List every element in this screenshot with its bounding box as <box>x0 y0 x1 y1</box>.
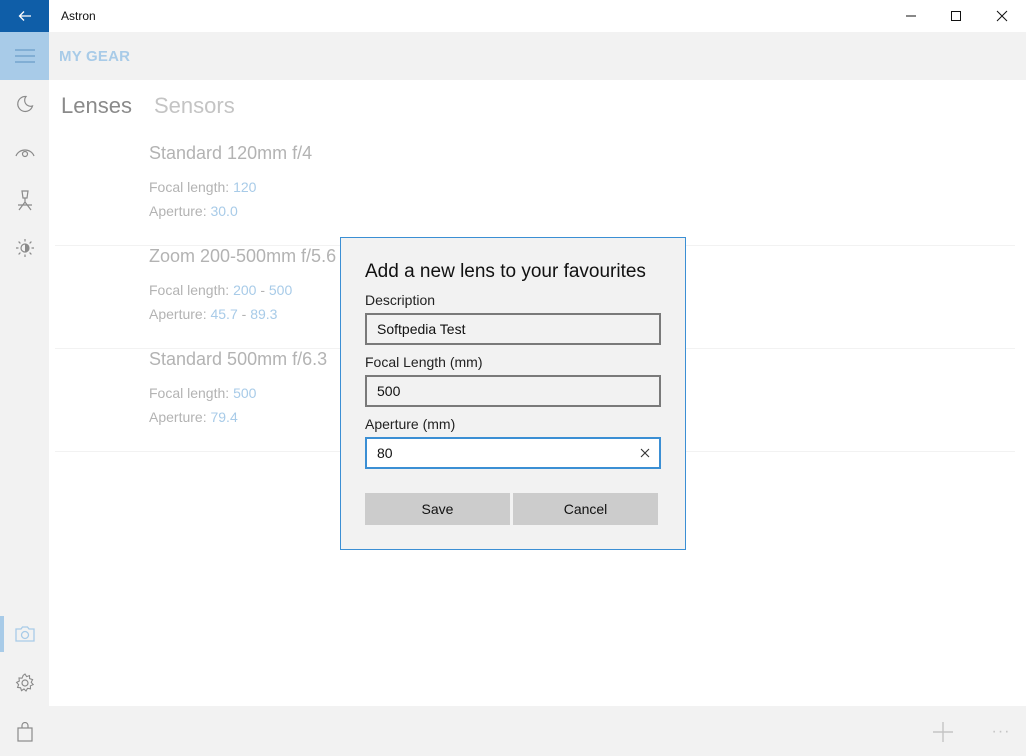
minimize-button[interactable] <box>888 0 934 32</box>
page-header: MY GEAR <box>49 32 1026 80</box>
add-button[interactable] <box>929 718 957 746</box>
title-bar: Astron <box>0 0 1026 32</box>
more-button[interactable]: ··· <box>987 718 1015 746</box>
tab-lenses[interactable]: Lenses <box>61 93 132 119</box>
lens-focal-row: Focal length: 200 - 500 <box>149 282 292 298</box>
focal-length-label: Focal length: <box>149 282 230 298</box>
nav-brightness[interactable] <box>0 224 49 272</box>
description-input[interactable]: Softpedia Test <box>365 313 661 345</box>
cancel-button[interactable]: Cancel <box>513 493 658 525</box>
hamburger-button[interactable] <box>0 32 49 80</box>
aperture-value: 30.0 <box>210 203 238 219</box>
more-icon: ··· <box>991 723 1011 740</box>
focal-length-input[interactable]: 500 <box>365 375 661 407</box>
lens-focal-row: Focal length: 120 <box>149 179 256 195</box>
bottom-app-bar: ··· <box>49 706 1026 756</box>
eye-icon <box>14 149 35 158</box>
lens-title: Standard 120mm f/4 <box>149 143 313 163</box>
aperture-label: Aperture (mm) <box>365 416 456 432</box>
description-value: Softpedia Test <box>377 321 466 337</box>
hamburger-icon <box>14 49 35 63</box>
nav-moon[interactable] <box>0 80 49 128</box>
aperture-label: Aperture: <box>149 409 207 425</box>
nav-eye[interactable] <box>0 128 49 176</box>
lens-title: Standard 500mm f/6.3 <box>149 349 328 369</box>
focal-length-label: Focal length: <box>149 385 230 401</box>
aperture-value: 45.7 <box>210 306 238 322</box>
aperture-label: Aperture: <box>149 203 207 219</box>
moon-icon <box>16 95 33 113</box>
back-arrow-icon <box>18 11 31 21</box>
aperture-label: Aperture: <box>149 306 207 322</box>
lens-aperture-row: Aperture: 79.4 <box>149 409 238 425</box>
clear-x-icon <box>640 448 650 458</box>
close-button[interactable] <box>979 0 1025 32</box>
telescope-icon <box>17 190 32 211</box>
back-button[interactable] <box>0 0 49 32</box>
save-button[interactable]: Save <box>365 493 510 525</box>
focal-length-label: Focal length: <box>149 179 230 195</box>
focal-length-value: 120 <box>233 179 257 195</box>
lens-list-item[interactable]: Standard 120mm f/4 Focal length: 120 Ape… <box>49 143 1015 246</box>
tab-sensors[interactable]: Sensors <box>154 93 235 119</box>
camera-icon <box>14 626 35 642</box>
shopping-bag-icon <box>16 722 33 742</box>
app-title: Astron <box>61 9 96 23</box>
nav-store[interactable] <box>0 708 49 756</box>
nav-settings[interactable] <box>0 659 49 707</box>
maximize-icon <box>951 11 961 21</box>
left-navigation <box>0 32 49 756</box>
lens-aperture-row: Aperture: 45.7 - 89.3 <box>149 306 277 322</box>
focal-length-value: 200 <box>233 282 257 298</box>
range-separator: - <box>260 282 265 298</box>
close-icon <box>996 10 1008 22</box>
aperture-value: 80 <box>377 445 393 461</box>
range-separator: - <box>241 306 247 322</box>
lens-aperture-row: Aperture: 30.0 <box>149 203 238 219</box>
lens-title: Zoom 200-500mm f/5.6 <box>149 246 337 266</box>
focal-length-value: 500 <box>377 383 401 399</box>
add-lens-dialog: Add a new lens to your favourites Descri… <box>340 237 686 550</box>
description-label: Description <box>365 292 436 308</box>
maximize-button[interactable] <box>933 0 979 32</box>
clear-button[interactable] <box>637 445 653 461</box>
gear-icon <box>15 673 34 692</box>
aperture-max-value: 89.3 <box>250 306 278 322</box>
dialog-title: Add a new lens to your favourites <box>365 261 646 282</box>
nav-telescope[interactable] <box>0 176 49 224</box>
focal-length-value: 500 <box>233 385 257 401</box>
aperture-input[interactable]: 80 <box>365 437 661 469</box>
focal-length-max-value: 500 <box>268 282 293 298</box>
brightness-icon <box>15 239 34 257</box>
aperture-value: 79.4 <box>210 409 238 425</box>
plus-icon <box>933 722 953 742</box>
nav-my-gear[interactable] <box>0 610 49 658</box>
lens-focal-row: Focal length: 500 <box>149 385 256 401</box>
minimize-icon <box>906 15 916 17</box>
focal-length-label: Focal Length (mm) <box>365 354 483 370</box>
page-title: MY GEAR <box>59 48 131 65</box>
